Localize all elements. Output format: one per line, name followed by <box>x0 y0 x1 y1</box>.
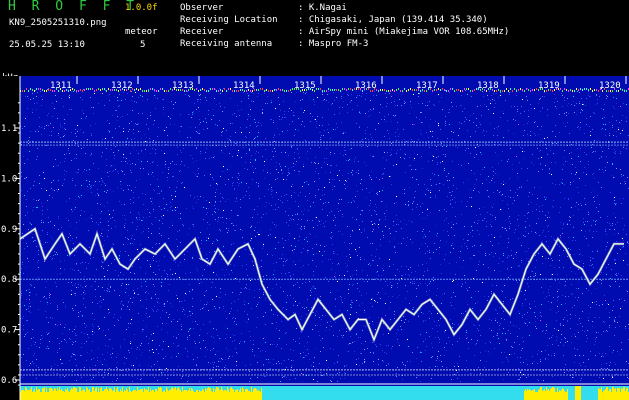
receiver-label: Receiver <box>180 27 224 37</box>
antenna-value: : Maspro FM-3 <box>298 39 369 49</box>
y-tick-label: 0.7 <box>1 326 17 336</box>
time-tick-label: 1311 <box>50 81 72 91</box>
time-tick-label: 1312 <box>111 81 133 91</box>
meteor-count: 5 <box>140 40 146 50</box>
app-title: H R O F F T <box>8 0 139 14</box>
time-tick-label: 1320 <box>599 81 621 91</box>
spectrogram-plot: 1.1 1.0 0.9 0.8 0.7 0.6 1311 1312 1313 1314 1315 1… <box>0 76 629 400</box>
antenna-label: Receiving antenna <box>180 39 273 49</box>
observer-value: : K.Nagai <box>298 3 347 13</box>
receiver-value: : AirSpy mini (Miakejima VOR 108.65MHz) <box>298 27 510 37</box>
time-tick-label: 1316 <box>355 81 377 91</box>
time-tick-label: 1317 <box>416 81 438 91</box>
observer-label: Observer <box>180 3 224 13</box>
y-tick-label: 1.1 <box>1 124 17 134</box>
y-tick-label: 0.9 <box>1 225 17 235</box>
y-tick-label: 0.8 <box>1 275 17 285</box>
time-tick-label: 1314 <box>233 81 255 91</box>
y-axis: 1.1 1.0 0.9 0.8 0.7 0.6 <box>0 76 21 400</box>
bottom-yellow-mark <box>575 386 581 400</box>
time-tick-label: 1319 <box>538 81 560 91</box>
datetime-label: 25.05.25 13:10 <box>9 40 85 50</box>
header-panel: H R O F F T 1.0.0f KN9_2505251310.png me… <box>0 0 629 83</box>
bottom-bars <box>20 383 629 400</box>
version-label: 1.0.0f <box>125 3 158 13</box>
time-tick-label: 1313 <box>172 81 194 91</box>
location-value: : Chigasaki, Japan (139.414 35.340) <box>298 15 488 25</box>
location-label: Receiving Location <box>180 15 278 25</box>
time-tick-label: 1318 <box>477 81 499 91</box>
time-tick-label: 1315 <box>294 81 316 91</box>
y-tick-label: 1.0 <box>1 174 17 184</box>
y-tick-label: 0.6 <box>1 376 17 386</box>
meteor-label: meteor <box>125 27 158 37</box>
filename-label: KN9_2505251310.png <box>9 18 107 28</box>
